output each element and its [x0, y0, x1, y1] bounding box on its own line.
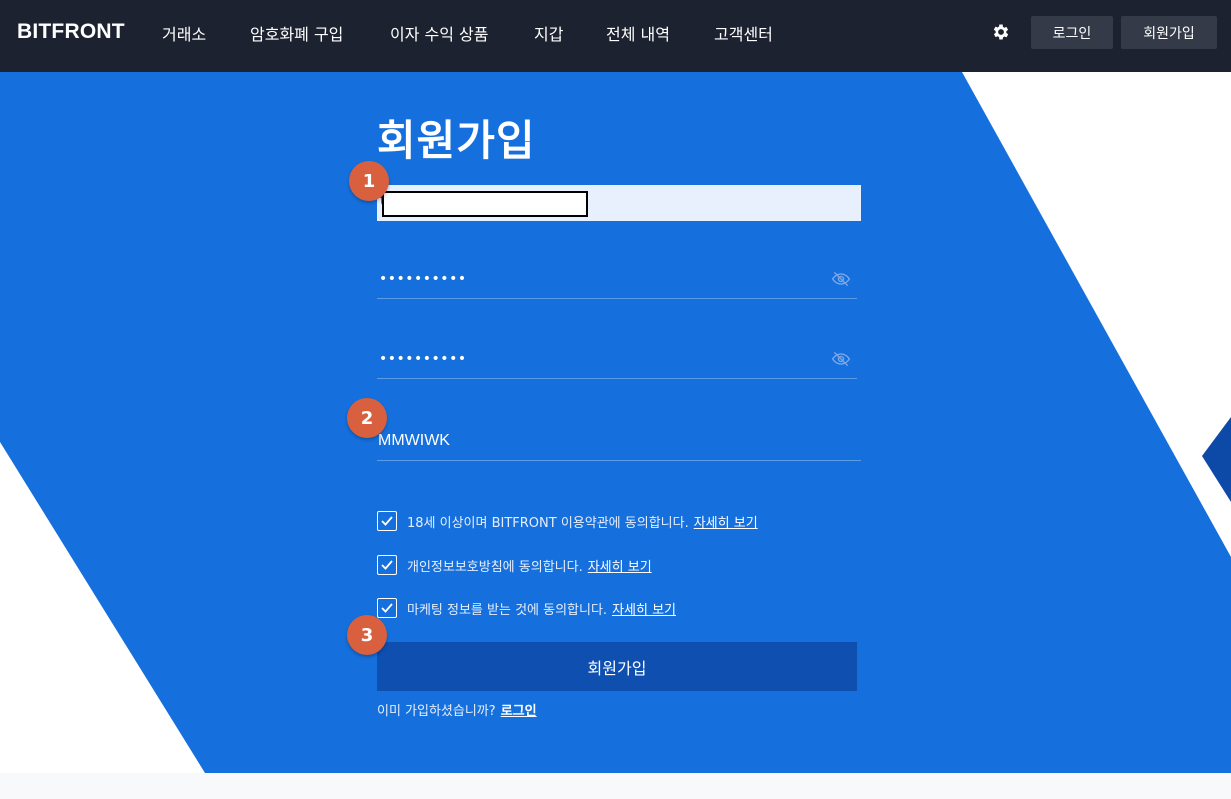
nav-item-history[interactable]: 전체 내역 — [606, 21, 670, 45]
password-dots: •••••••••• — [379, 271, 467, 287]
page-title: 회원가입 — [377, 116, 536, 165]
privacy-text: 개인정보보호방침에 동의합니다. — [407, 559, 583, 575]
nav-item-exchange[interactable]: 거래소 — [162, 21, 206, 45]
referral-code-input[interactable]: MMWIWK — [377, 427, 861, 461]
step-badge-3: 3 — [347, 615, 387, 655]
nav-item-earn[interactable]: 이자 수익 상품 — [390, 21, 489, 45]
redaction-box — [382, 191, 588, 217]
already-member-text: 이미 가입하셨습니까? — [377, 704, 496, 719]
step-badge-1: 1 — [349, 161, 389, 201]
marketing-details-link[interactable]: 자세히 보기 — [612, 599, 676, 618]
gear-icon[interactable] — [991, 22, 1011, 42]
nav-item-buy-crypto[interactable]: 암호화폐 구입 — [250, 21, 343, 45]
check-icon — [381, 603, 393, 613]
top-navigation-bar: BITFRONT 거래소 암호화폐 구입 이자 수익 상품 지갑 전체 내역 고… — [0, 0, 1231, 72]
privacy-details-link[interactable]: 자세히 보기 — [588, 556, 652, 575]
password-input[interactable]: •••••••••• — [377, 263, 857, 299]
already-member-row: 이미 가입하셨습니까? 로그인 — [377, 700, 537, 719]
privacy-checkbox[interactable] — [377, 555, 397, 575]
bitfront-logo[interactable]: BITFRONT — [17, 20, 125, 44]
login-link[interactable]: 로그인 — [501, 700, 537, 719]
terms-details-link[interactable]: 자세히 보기 — [694, 512, 758, 531]
eye-off-icon[interactable] — [831, 349, 851, 369]
referral-code-value: MMWIWK — [378, 432, 450, 449]
terms-agreement-row: 18세 이상이며 BITFRONT 이용약관에 동의합니다. 자세히 보기 — [377, 511, 758, 531]
marketing-agreement-row: 마케팅 정보를 받는 것에 동의합니다. 자세히 보기 — [377, 598, 676, 618]
marketing-text: 마케팅 정보를 받는 것에 동의합니다. — [407, 602, 608, 618]
footer-strip — [0, 773, 1231, 799]
confirm-password-dots: •••••••••• — [379, 351, 467, 367]
eye-off-icon[interactable] — [831, 269, 851, 289]
privacy-agreement-row: 개인정보보호방침에 동의합니다. 자세히 보기 — [377, 555, 652, 575]
confirm-password-input[interactable]: •••••••••• — [377, 343, 857, 379]
terms-text: 18세 이상이며 BITFRONT 이용약관에 동의합니다. — [407, 515, 689, 531]
terms-checkbox[interactable] — [377, 511, 397, 531]
step-badge-2: 2 — [347, 398, 387, 438]
signup-button[interactable]: 회원가입 — [1121, 16, 1217, 49]
login-button[interactable]: 로그인 — [1031, 16, 1113, 49]
check-icon — [381, 560, 393, 570]
nav-item-support[interactable]: 고객센터 — [714, 21, 773, 45]
marketing-checkbox[interactable] — [377, 598, 397, 618]
nav-item-wallet[interactable]: 지갑 — [534, 21, 563, 45]
signup-submit-button[interactable]: 회원가입 — [377, 642, 857, 691]
check-icon — [381, 516, 393, 526]
